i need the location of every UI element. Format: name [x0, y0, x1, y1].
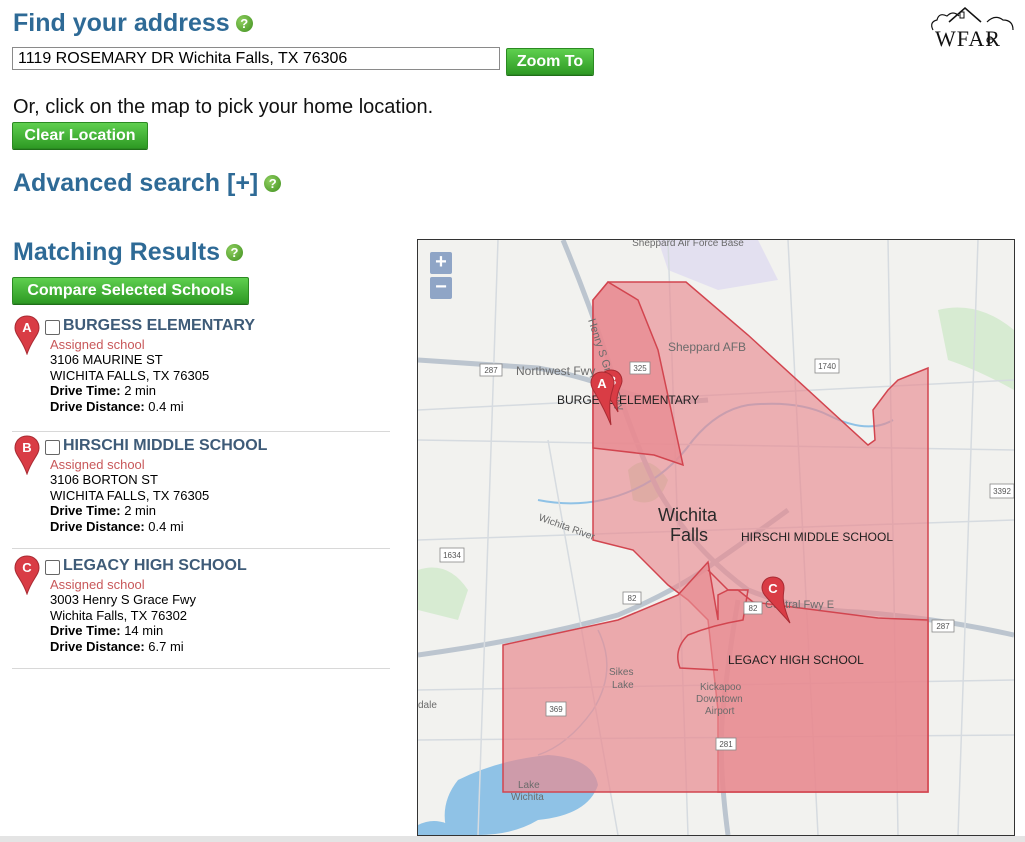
map-label: Sheppard AFB [668, 340, 746, 354]
city-label: Wichita [658, 505, 718, 525]
map-label: dale [418, 700, 437, 711]
drive-distance-label: Drive Distance: [50, 639, 145, 654]
help-icon[interactable]: ? [225, 244, 243, 261]
drive-distance-value: 6.7 mi [148, 639, 184, 654]
map-label: Downtown [696, 694, 743, 705]
zoom-out-button[interactable]: − [430, 277, 452, 299]
select-school-checkbox[interactable] [45, 320, 60, 335]
drive-distance-row: Drive Distance: 0.4 mi [50, 519, 184, 534]
map-label: Airport [705, 706, 735, 717]
map-label: Sheppard Air Force Base [632, 240, 744, 249]
help-icon[interactable]: ? [235, 15, 253, 32]
map-label: Northwest Fwy [516, 364, 595, 378]
drive-distance-label: Drive Distance: [50, 519, 145, 534]
select-school-checkbox[interactable] [45, 440, 60, 455]
assigned-label: Assigned school [50, 457, 145, 472]
advanced-search-toggle[interactable]: Advanced search [+]? [13, 169, 282, 198]
map-pin-icon: A [14, 315, 40, 355]
drive-time-label: Drive Time: [50, 623, 121, 638]
school-street: 3106 MAURINE ST [50, 352, 163, 367]
school-map-label: LEGACY HIGH SCHOOL [728, 653, 864, 667]
school-name[interactable]: LEGACY HIGH SCHOOL [63, 557, 247, 575]
drive-time-label: Drive Time: [50, 503, 121, 518]
pin-letter: B [22, 440, 31, 455]
pin-letter: C [22, 560, 32, 575]
shield-label: 1634 [443, 551, 461, 560]
result-item: B HIRSCHI MIDDLE SCHOOL Assigned school … [12, 433, 390, 549]
find-address-title-text: Find your address [13, 9, 230, 37]
compare-schools-button[interactable]: Compare Selected Schools [12, 277, 249, 304]
pin-letter: C [768, 581, 778, 596]
school-zone-map[interactable]: 287 325 1740 3392 1634 82 82 287 369 281… [417, 239, 1015, 836]
pin-letter: A [22, 320, 32, 335]
shield-label: 287 [936, 622, 950, 631]
school-name[interactable]: HIRSCHI MIDDLE SCHOOL [63, 437, 267, 455]
drive-time-value: 14 min [124, 623, 164, 638]
school-city: WICHITA FALLS, TX 76305 [50, 368, 210, 383]
school-city: Wichita Falls, TX 76302 [50, 608, 188, 623]
matching-results-title: Matching Results? [13, 238, 243, 267]
shield-label: 325 [633, 364, 647, 373]
drive-distance-row: Drive Distance: 6.7 mi [50, 639, 184, 654]
shield-label: 1740 [818, 362, 836, 371]
shield-label: 82 [628, 594, 637, 603]
select-school-checkbox[interactable] [45, 560, 60, 575]
map-label: Kickapoo [700, 682, 742, 693]
drive-time-row: Drive Time: 2 min [50, 503, 156, 518]
school-city: WICHITA FALLS, TX 76305 [50, 488, 210, 503]
click-map-hint: Or, click on the map to pick your home l… [13, 96, 434, 118]
drive-distance-value: 0.4 mi [148, 519, 184, 534]
school-street: 3106 BORTON ST [50, 472, 158, 487]
shield-label: 281 [719, 740, 733, 749]
drive-distance-row: Drive Distance: 0.4 mi [50, 399, 184, 414]
address-input[interactable] [12, 47, 500, 70]
assigned-label: Assigned school [50, 337, 145, 352]
city-label: Falls [670, 525, 708, 545]
zoom-in-button[interactable]: + [430, 252, 452, 274]
map-canvas[interactable]: 287 325 1740 3392 1634 82 82 287 369 281… [418, 240, 1014, 835]
drive-time-value: 2 min [124, 383, 156, 398]
shield-label: 3392 [993, 487, 1011, 496]
help-icon[interactable]: ? [264, 175, 282, 192]
drive-distance-label: Drive Distance: [50, 399, 145, 414]
drive-distance-value: 0.4 mi [148, 399, 184, 414]
matching-results-text: Matching Results [13, 238, 220, 266]
zoom-to-button[interactable]: Zoom To [506, 48, 594, 75]
map-label: Sikes [609, 667, 633, 678]
school-map-label: HIRSCHI MIDDLE SCHOOL [741, 530, 893, 544]
result-item: A BURGESS ELEMENTARY Assigned school 310… [12, 313, 390, 432]
shield-label: 287 [484, 366, 498, 375]
drive-time-row: Drive Time: 2 min [50, 383, 156, 398]
school-map-label: BURGESS ELEMENTARY [557, 393, 699, 407]
find-address-title: Find your address? [13, 9, 253, 38]
shield-label: 369 [549, 705, 563, 714]
map-label: Lake [612, 680, 634, 691]
map-pin-icon: B [14, 435, 40, 475]
drive-time-row: Drive Time: 14 min [50, 623, 163, 638]
drive-time-label: Drive Time: [50, 383, 121, 398]
school-name[interactable]: BURGESS ELEMENTARY [63, 317, 255, 335]
map-pin-icon: C [14, 555, 40, 595]
assigned-label: Assigned school [50, 577, 145, 592]
drive-time-value: 2 min [124, 503, 156, 518]
logo-text: WFAR [935, 26, 1001, 51]
advanced-search-text[interactable]: Advanced search [+] [13, 169, 258, 197]
wfar-logo: WFAR [927, 0, 1019, 52]
map-label: Wichita [511, 792, 544, 803]
result-item: C LEGACY HIGH SCHOOL Assigned school 300… [12, 553, 390, 669]
clear-location-button[interactable]: Clear Location [12, 122, 148, 149]
school-street: 3003 Henry S Grace Fwy [50, 592, 196, 607]
pin-letter: A [597, 376, 607, 391]
map-label: Lake [518, 780, 540, 791]
page-bottom-bar [0, 836, 1025, 842]
shield-label: 82 [749, 604, 758, 613]
